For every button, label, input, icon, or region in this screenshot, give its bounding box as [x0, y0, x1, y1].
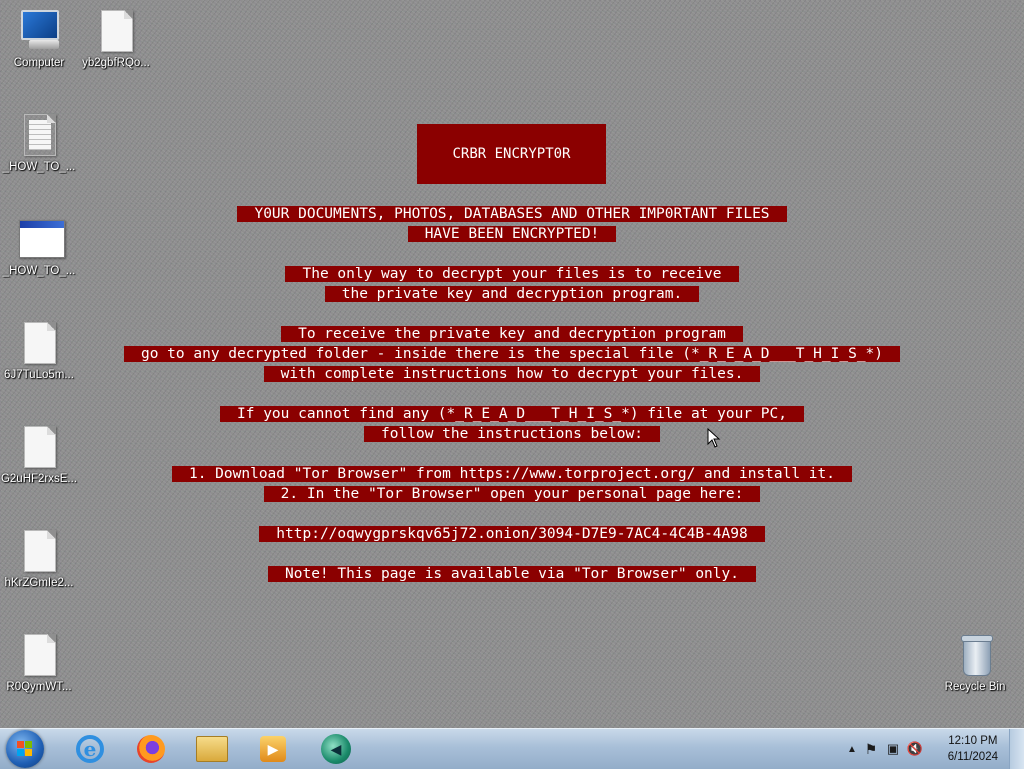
action-center-flag-icon[interactable]: ⚑	[860, 741, 882, 758]
firefox-icon	[137, 735, 165, 763]
text-document-icon	[19, 112, 59, 158]
system-clock[interactable]: 12:10 PM 6/11/2024	[948, 733, 998, 765]
ransom-note-line: If you cannot find any (*_R_E_A_D___T_H_…	[220, 406, 804, 422]
internet-explorer-icon: e	[76, 735, 104, 763]
desktop-icon-label: yb2gbfRQo...	[82, 57, 150, 69]
folder-icon	[196, 736, 228, 762]
ransom-note-line: go to any decrypted folder - inside ther…	[123, 346, 901, 362]
clock-date: 6/11/2024	[947, 751, 998, 763]
computer-icon	[19, 8, 59, 54]
show-hidden-icons-icon[interactable]: ▲	[844, 744, 860, 755]
mouse-cursor-icon	[707, 428, 721, 448]
file-icon	[19, 632, 59, 678]
network-icon[interactable]: ▣	[882, 741, 904, 757]
taskbar-media-player[interactable]: ▶	[251, 732, 295, 766]
ransom-note-line: the private key and decryption program.	[324, 286, 700, 302]
ransom-note: Y0UR DOCUMENTS, PHOTOS, DATABASES AND OT…	[0, 204, 1024, 584]
notification-area: ▲ ⚑ ▣ 🔇	[844, 729, 926, 769]
ransom-note-line: Note! This page is available via "Tor Br…	[268, 566, 756, 582]
desktop-icon-label: Computer	[13, 57, 65, 69]
ransom-note-line: Y0UR DOCUMENTS, PHOTOS, DATABASES AND OT…	[237, 206, 787, 222]
start-button[interactable]	[6, 730, 44, 768]
desktop-icon-recycle-bin[interactable]: Recycle Bin	[936, 632, 1014, 694]
desktop-icon-computer[interactable]: Computer	[0, 8, 78, 70]
desktop-icon-label: Recycle Bin	[944, 681, 1006, 693]
desktop-icon-label: _HOW_TO_...	[2, 161, 76, 173]
desktop-icon-file[interactable]: R0QymWT...	[0, 632, 78, 694]
ransom-note-line: To receive the private key and decryptio…	[281, 326, 743, 342]
ransom-note-line: 2. In the "Tor Browser" open your person…	[263, 486, 761, 502]
ransom-note-onion-url: http://oqwygprskqv65j72.onion/3094-D7E9-…	[259, 526, 765, 542]
ransom-note-line: The only way to decrypt your files is to…	[285, 266, 739, 282]
clock-time: 12:10 PM	[948, 735, 998, 747]
green-app-icon: ◀	[321, 734, 351, 764]
file-icon	[96, 8, 136, 54]
taskbar-internet-explorer[interactable]: e	[68, 732, 112, 766]
ransom-note-line: HAVE BEEN ENCRYPTED!	[407, 226, 617, 242]
media-player-icon: ▶	[260, 736, 286, 762]
recycle-bin-icon	[955, 632, 995, 678]
volume-muted-icon[interactable]: 🔇	[904, 741, 926, 757]
windows-logo-icon	[17, 741, 33, 757]
desktop-icon-label: R0QymWT...	[6, 681, 72, 693]
taskbar-green-app[interactable]: ◀	[314, 732, 358, 766]
taskbar-file-explorer[interactable]	[190, 732, 234, 766]
taskbar: e ▶ ◀ ▲ ⚑ ▣ 🔇 12:10 PM 6/11/2024	[0, 728, 1024, 769]
ransom-note-line: with complete instructions how to decryp…	[263, 366, 761, 382]
ransom-note-title: CRBR ENCRYPT0R	[417, 124, 606, 184]
show-desktop-button[interactable]	[1009, 729, 1024, 769]
taskbar-firefox[interactable]	[129, 732, 173, 766]
desktop-icon-how-to-txt[interactable]: _HOW_TO_...	[0, 112, 78, 174]
ransom-note-line: 1. Download "Tor Browser" from https://w…	[171, 466, 852, 482]
ransom-note-line: follow the instructions below:	[364, 426, 660, 442]
desktop-icon-file[interactable]: yb2gbfRQo...	[77, 8, 155, 70]
